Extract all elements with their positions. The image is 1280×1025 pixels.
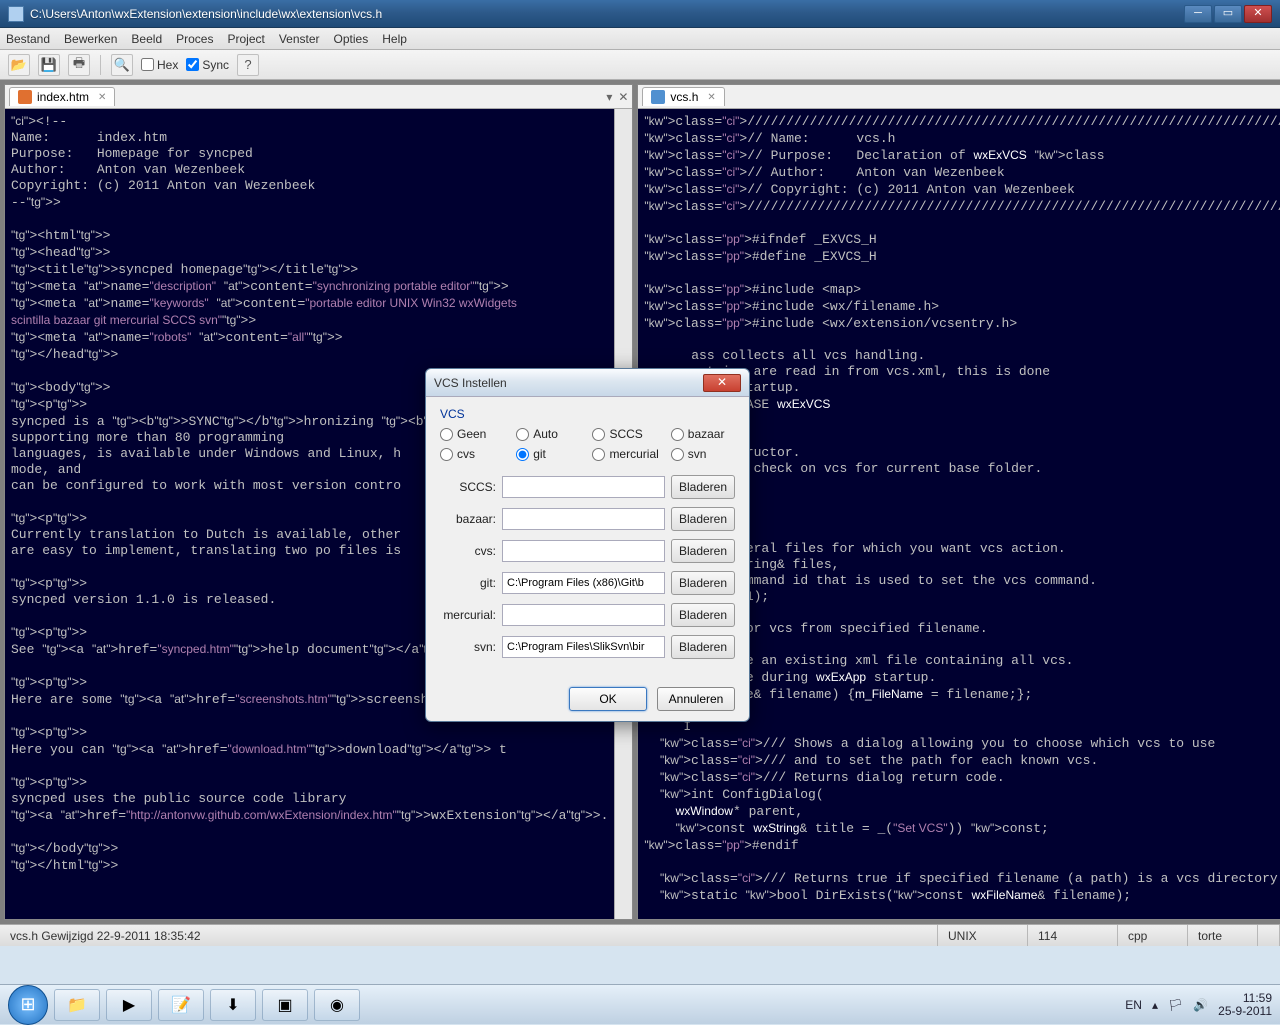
browse-button[interactable]: Bladeren	[671, 539, 735, 563]
path-input[interactable]	[502, 476, 665, 498]
minimize-button[interactable]: ─	[1184, 5, 1212, 23]
menu-help[interactable]: Help	[382, 32, 407, 46]
browse-button[interactable]: Bladeren	[671, 507, 735, 531]
radio-auto[interactable]: Auto	[516, 427, 580, 441]
print-icon[interactable]: 🖶	[68, 54, 90, 76]
task-media[interactable]: ▶	[106, 989, 152, 1021]
window-title: C:\Users\Anton\wxExtension\extension\inc…	[30, 7, 1184, 21]
save-icon[interactable]: 💾	[38, 54, 60, 76]
path-input[interactable]	[502, 604, 665, 626]
dialog-title: VCS Instellen	[434, 376, 703, 390]
vcs-dialog: VCS Instellen ✕ VCS Geen Auto SCCS bazaar cv…	[425, 368, 750, 722]
task-app[interactable]: ⬇	[210, 989, 256, 1021]
separator	[100, 55, 101, 75]
status-encoding: UNIX	[938, 925, 1028, 946]
start-button[interactable]: ⊞	[8, 985, 48, 1025]
volume-icon[interactable]: 🔊	[1193, 998, 1208, 1012]
status-file: vcs.h Gewijzigd 22-9-2011 18:35:42	[0, 925, 938, 946]
cancel-button[interactable]: Annuleren	[657, 687, 735, 711]
clock[interactable]: 11:59 25-9-2011	[1218, 992, 1272, 1018]
task-explorer[interactable]: 📁	[54, 989, 100, 1021]
dialog-close-button[interactable]: ✕	[703, 374, 741, 392]
field-row: cvs: Bladeren	[440, 539, 735, 563]
field-row: svn: Bladeren	[440, 635, 735, 659]
lang-indicator[interactable]: EN	[1125, 998, 1142, 1012]
pane-close-icon[interactable]: ✕	[618, 90, 628, 104]
task-chrome[interactable]: ◉	[314, 989, 360, 1021]
menu-bewerken[interactable]: Bewerken	[64, 32, 117, 46]
field-row: mercurial: Bladeren	[440, 603, 735, 627]
file-icon	[651, 90, 665, 104]
tab-close-icon[interactable]: ✕	[98, 92, 106, 103]
open-icon[interactable]: 📂	[8, 54, 30, 76]
radio-sccs[interactable]: SCCS	[592, 427, 658, 441]
status-line: 114	[1028, 925, 1118, 946]
field-label: cvs:	[440, 544, 496, 558]
field-row: git: Bladeren	[440, 571, 735, 595]
find-icon[interactable]: 🔍	[111, 54, 133, 76]
radio-git[interactable]: git	[516, 447, 580, 461]
taskbar: ⊞ 📁 ▶ 📝 ⬇ ▣ ◉ EN ▴ 🏳 🔊 11:59 25-9-2011	[0, 984, 1280, 1024]
field-label: SCCS:	[440, 480, 496, 494]
field-row: bazaar: Bladeren	[440, 507, 735, 531]
browse-button[interactable]: Bladeren	[671, 475, 735, 499]
flag-icon[interactable]: 🏳	[1168, 998, 1183, 1012]
field-label: bazaar:	[440, 512, 496, 526]
hex-checkbox[interactable]: Hex	[141, 58, 178, 72]
sync-checkbox[interactable]: Sync	[186, 58, 229, 72]
group-label: VCS	[440, 407, 735, 421]
system-tray[interactable]: EN ▴ 🏳 🔊 11:59 25-9-2011	[1125, 992, 1272, 1018]
status-theme: torte	[1188, 925, 1258, 946]
file-icon	[18, 90, 32, 104]
menu-proces[interactable]: Proces	[176, 32, 213, 46]
path-input[interactable]	[502, 540, 665, 562]
radio-geen[interactable]: Geen	[440, 427, 504, 441]
menu-beeld[interactable]: Beeld	[131, 32, 162, 46]
app-icon	[8, 6, 24, 22]
path-input[interactable]	[502, 508, 665, 530]
menu-bar: Bestand Bewerken Beeld Proces Project Ve…	[0, 28, 1280, 50]
radio-cvs[interactable]: cvs	[440, 447, 504, 461]
vcs-radio-group: Geen Auto SCCS bazaar cvsgit mercurial svn	[440, 427, 735, 461]
browse-button[interactable]: Bladeren	[671, 571, 735, 595]
tab-vcs-h[interactable]: vcs.h ✕	[642, 87, 724, 106]
radio-bazaar[interactable]: bazaar	[671, 427, 735, 441]
help-icon[interactable]: ?	[237, 54, 259, 76]
status-lang: cpp	[1118, 925, 1188, 946]
dialog-titlebar[interactable]: VCS Instellen ✕	[426, 369, 749, 397]
resize-grip[interactable]	[1258, 925, 1280, 946]
menu-bestand[interactable]: Bestand	[6, 32, 50, 46]
field-row: SCCS: Bladeren	[440, 475, 735, 499]
tray-arrow-icon[interactable]: ▴	[1152, 998, 1158, 1012]
radio-svn[interactable]: svn	[671, 447, 735, 461]
path-input[interactable]	[502, 572, 665, 594]
browse-button[interactable]: Bladeren	[671, 603, 735, 627]
field-label: mercurial:	[440, 608, 496, 622]
maximize-button[interactable]: ▭	[1214, 5, 1242, 23]
field-label: svn:	[440, 640, 496, 654]
status-bar: vcs.h Gewijzigd 22-9-2011 18:35:42 UNIX …	[0, 924, 1280, 946]
toolbar: 📂 💾 🖶 🔍 Hex Sync ?	[0, 50, 1280, 80]
ok-button[interactable]: OK	[569, 687, 647, 711]
path-input[interactable]	[502, 636, 665, 658]
close-button[interactable]: ✕	[1244, 5, 1272, 23]
tab-close-icon[interactable]: ✕	[707, 92, 715, 103]
tab-dropdown-icon[interactable]: ▾	[606, 90, 612, 104]
menu-opties[interactable]: Opties	[334, 32, 369, 46]
window-titlebar: C:\Users\Anton\wxExtension\extension\inc…	[0, 0, 1280, 28]
menu-venster[interactable]: Venster	[279, 32, 320, 46]
field-label: git:	[440, 576, 496, 590]
radio-mercurial[interactable]: mercurial	[592, 447, 658, 461]
task-notes[interactable]: 📝	[158, 989, 204, 1021]
browse-button[interactable]: Bladeren	[671, 635, 735, 659]
task-cmd[interactable]: ▣	[262, 989, 308, 1021]
menu-project[interactable]: Project	[227, 32, 264, 46]
tab-index-htm[interactable]: index.htm ✕	[9, 87, 115, 106]
